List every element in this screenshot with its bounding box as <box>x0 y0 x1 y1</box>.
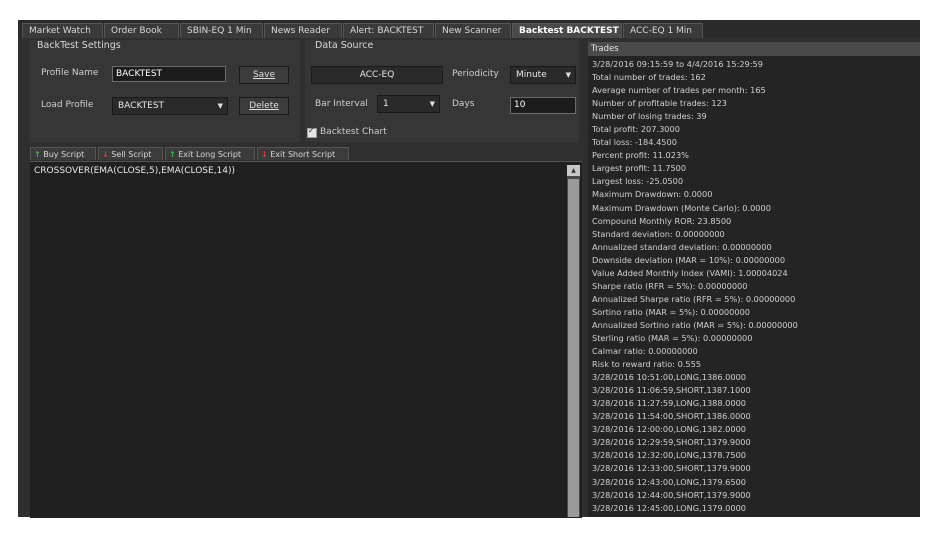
profile-name-label: Profile Name <box>41 68 99 78</box>
trades-list[interactable]: 3/28/2016 09:15:59 to 4/4/2016 15:29:59 T… <box>592 58 798 515</box>
tab-label: News Reader <box>271 26 331 36</box>
trades-panel: Trades 3/28/2016 09:15:59 to 4/4/2016 15… <box>588 42 920 517</box>
trades-line: Annualized Sharpe ratio (RFR = 5%): 0.00… <box>592 293 796 304</box>
trades-line: 3/28/2016 10:51:00,LONG,1386.0000 <box>592 372 747 383</box>
trades-line: 3/28/2016 12:33:00,SHORT,1379.9000 <box>592 463 751 474</box>
bar-interval-label: Bar Interval <box>315 99 368 109</box>
backtest-settings-panel <box>30 40 300 142</box>
trades-line: 3/28/2016 09:15:59 to 4/4/2016 15:29:59 <box>592 59 763 69</box>
trades-line: Risk to reward ratio: 0.555 <box>592 359 702 370</box>
data-source-title: Data Source <box>315 40 374 51</box>
bar-interval-dropdown[interactable]: 1 ▼ <box>377 95 440 113</box>
trades-line: 3/28/2016 12:44:00,SHORT,1379.9000 <box>592 489 751 500</box>
tab-label: Buy Script <box>43 150 85 159</box>
arrow-up-icon: ↑ <box>34 150 41 159</box>
tab-label: ACC-EQ 1 Min <box>630 26 693 36</box>
arrow-down-icon: ↓ <box>102 150 109 159</box>
trades-line: 3/28/2016 12:00:00,LONG,1382.0000 <box>592 424 747 435</box>
script-editor[interactable]: CROSSOVER(EMA(CLOSE,5),EMA(CLOSE,14)) <box>30 161 582 518</box>
trades-line: Sortino ratio (MAR = 5%): 0.00000000 <box>592 306 750 317</box>
document-tab-bar: Market Watch Order Book SBIN-EQ 1 Min Ne… <box>18 20 920 38</box>
trades-line: Downside deviation (MAR = 10%): 0.000000… <box>592 254 786 265</box>
load-profile-dropdown[interactable]: BACKTEST ▼ <box>112 97 228 115</box>
script-code[interactable]: CROSSOVER(EMA(CLOSE,5),EMA(CLOSE,14)) <box>34 166 235 176</box>
trades-line: 3/28/2016 12:43:00,LONG,1379.6500 <box>592 476 747 487</box>
tab-news-reader[interactable]: News Reader <box>264 23 342 38</box>
periodicity-dropdown[interactable]: Minute ▼ <box>510 66 576 84</box>
periodicity-label: Periodicity <box>452 69 499 79</box>
trades-line: Largest loss: -25.0500 <box>592 176 684 187</box>
tab-label: Market Watch <box>29 26 91 36</box>
tab-new-scanner[interactable]: New Scanner <box>435 23 511 38</box>
trades-line: Calmar ratio: 0.00000000 <box>592 346 698 357</box>
arrow-down-icon: ↓ <box>261 150 268 159</box>
tab-exit-short-script[interactable]: ↓ Exit Short Script <box>257 147 349 160</box>
days-label: Days <box>452 99 475 109</box>
trades-line: Total loss: -184.4500 <box>592 137 677 148</box>
chevron-down-icon: ▼ <box>429 100 435 108</box>
load-profile-value: BACKTEST <box>118 101 165 111</box>
trades-line: Standard deviation: 0.00000000 <box>592 228 725 239</box>
trades-line: Average number of trades per month: 165 <box>592 85 766 96</box>
editor-scrollbar[interactable]: ▲ <box>567 165 580 517</box>
trades-line: 3/28/2016 11:06:59,SHORT,1387.1000 <box>592 385 751 396</box>
trades-line: Sharpe ratio (RFR = 5%): 0.00000000 <box>592 280 748 291</box>
trades-line: 3/28/2016 12:45:00,LONG,1379.0000 <box>592 502 747 513</box>
profile-name-input[interactable]: BACKTEST <box>112 66 226 82</box>
trades-line: Total number of trades: 162 <box>592 72 706 83</box>
trades-line: Compound Monthly ROR: 23.8500 <box>592 215 732 226</box>
symbol-selector[interactable]: ACC-EQ <box>311 66 443 84</box>
trades-line: Annualized standard deviation: 0.0000000… <box>592 241 772 252</box>
backtest-window: Market Watch Order Book SBIN-EQ 1 Min Ne… <box>18 20 920 518</box>
save-button[interactable]: Save <box>239 66 289 84</box>
tab-label: Alert: BACKTEST <box>350 26 424 36</box>
arrow-up-icon: ↑ <box>169 150 176 159</box>
tab-sbin-eq-1-min[interactable]: SBIN-EQ 1 Min <box>180 23 263 38</box>
delete-button[interactable]: Delete <box>239 97 289 115</box>
chevron-down-icon: ▼ <box>217 102 223 110</box>
periodicity-value: Minute <box>516 70 547 80</box>
backtest-chart-checkbox[interactable] <box>307 126 317 138</box>
trades-header: Trades <box>588 42 920 56</box>
chevron-down-icon: ▼ <box>565 71 571 79</box>
trades-line: 3/28/2016 11:27:59,LONG,1388.0000 <box>592 398 747 409</box>
tab-order-book[interactable]: Order Book <box>104 23 179 38</box>
tab-label: Exit Long Script <box>178 150 242 159</box>
tab-acc-eq-1-min[interactable]: ACC-EQ 1 Min <box>623 23 703 38</box>
tab-label: Order Book <box>111 26 162 36</box>
trades-line: 3/28/2016 11:54:00,SHORT,1386.0000 <box>592 411 751 422</box>
trades-line: Percent profit: 11.023% <box>592 150 689 161</box>
trades-line: Sterling ratio (MAR = 5%): 0.00000000 <box>592 332 753 343</box>
tab-alert-backtest[interactable]: Alert: BACKTEST <box>343 23 434 38</box>
tab-label: Backtest BACKTEST <box>519 26 619 36</box>
trades-line: 3/28/2016 12:29:59,SHORT,1379.9000 <box>592 437 751 448</box>
trades-line: Total profit: 207.3000 <box>592 124 680 135</box>
days-input[interactable]: 10 <box>510 97 576 114</box>
trades-line: Number of losing trades: 39 <box>592 111 707 122</box>
tab-exit-long-script[interactable]: ↑ Exit Long Script <box>165 147 255 160</box>
backtest-settings-title: BackTest Settings <box>37 40 121 51</box>
trades-line: Largest profit: 11.7500 <box>592 163 687 174</box>
tab-backtest-backtest[interactable]: Backtest BACKTEST ✕ <box>512 23 622 38</box>
tab-label: SBIN-EQ 1 Min <box>187 26 252 36</box>
trades-line: Maximum Drawdown: 0.0000 <box>592 189 713 200</box>
bar-interval-value: 1 <box>383 99 389 109</box>
load-profile-label: Load Profile <box>41 100 94 110</box>
trades-line: Maximum Drawdown (Monte Carlo): 0.0000 <box>592 202 771 213</box>
tab-sell-script[interactable]: ↓ Sell Script <box>98 147 163 160</box>
trades-line: Value Added Monthly Index (VAMI): 1.0000… <box>592 267 788 278</box>
scroll-up-icon[interactable]: ▲ <box>567 165 580 176</box>
backtest-chart-label: Backtest Chart <box>320 127 387 137</box>
tab-label: Exit Short Script <box>270 150 336 159</box>
trades-line: 3/28/2016 12:32:00,LONG,1378.7500 <box>592 450 747 461</box>
scrollbar-thumb[interactable] <box>568 179 579 517</box>
trades-line: Number of profitable trades: 123 <box>592 98 727 109</box>
tab-buy-script[interactable]: ↑ Buy Script <box>30 147 96 160</box>
trades-line: Annualized Sortino ratio (MAR = 5%): 0.0… <box>592 319 798 330</box>
tab-label: New Scanner <box>442 26 502 36</box>
tab-market-watch[interactable]: Market Watch <box>22 23 103 38</box>
tab-label: Sell Script <box>111 150 152 159</box>
